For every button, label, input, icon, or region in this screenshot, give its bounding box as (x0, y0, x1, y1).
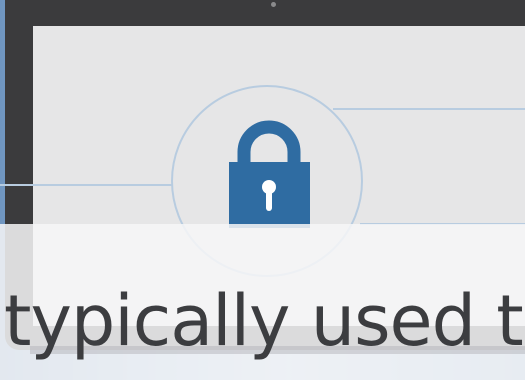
lock-icon (229, 120, 310, 228)
lock-shackle (237, 120, 301, 164)
illustration: typically used to (0, 0, 525, 380)
lock-keyhole-slot (266, 190, 272, 211)
caption-text: typically used to (4, 280, 525, 362)
